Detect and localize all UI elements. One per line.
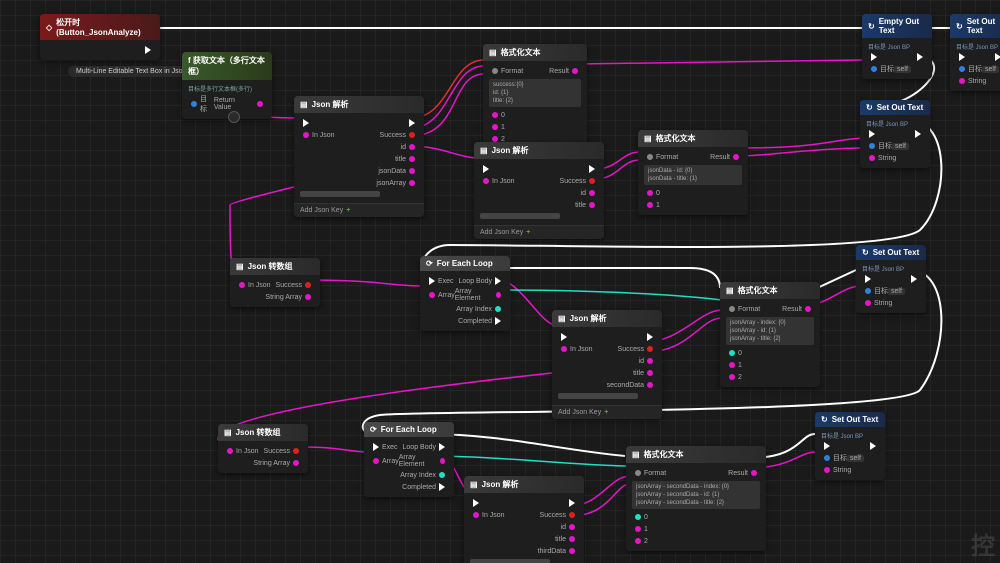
json-parse-header: ▤Json 解析: [294, 96, 424, 113]
p0-pin[interactable]: [492, 112, 498, 118]
for-each-loop-node-2[interactable]: ⟳For Each Loop ExecLoop Body ArrayArray …: [364, 422, 454, 497]
format-text-node-4[interactable]: ▤格式化文本 FormatResult jsonArray - secondDa…: [626, 446, 766, 551]
get-text-node[interactable]: f 获取文本（多行文本框） 目标是多行文本框(多行) 目标Return Valu…: [182, 52, 272, 119]
format-text-node-1[interactable]: ▤格式化文本 FormatResult success:{0}id: {1}ti…: [483, 44, 587, 149]
jsondata-pin[interactable]: [409, 168, 415, 174]
set-out-text-node-4[interactable]: ↻Set Out Text 目标是 Json BP 目标 self String: [815, 412, 885, 480]
get-text-header: f 获取文本（多行文本框）: [182, 52, 272, 80]
format-header: ▤格式化文本: [483, 44, 587, 61]
for-each-loop-node-1[interactable]: ⟳For Each Loop ExecLoop Body ArrayArray …: [420, 256, 510, 331]
p1-pin[interactable]: [492, 124, 498, 130]
text-input[interactable]: [300, 191, 380, 197]
format-text-node-2[interactable]: ▤格式化文本 FormatResult jsonData - id: {0}js…: [638, 130, 748, 215]
result-pin[interactable]: [572, 68, 578, 74]
json-parse-node-4[interactable]: ▤Json 解析 In JsonSuccess id title thirdDa…: [464, 476, 584, 563]
event-node[interactable]: ◇松开时 (Button_JsonAnalyze): [40, 14, 160, 60]
watermark: 控: [971, 526, 995, 561]
format-text-node-3[interactable]: ▤格式化文本 FormatResult jsonArray - index: {…: [720, 282, 820, 387]
exec-in-pin[interactable]: [303, 119, 309, 127]
set-out-text-node-1[interactable]: ↻Set Out Text 目标是 Json BP 目标 self String: [950, 14, 1000, 91]
id-pin[interactable]: [409, 144, 415, 150]
get-text-subtitle: 目标是多行文本框(多行): [188, 84, 266, 93]
exec-out-pin[interactable]: [409, 119, 415, 127]
json-to-array-node-1[interactable]: ▤Json 转数组 In JsonSuccess String Array: [230, 258, 320, 307]
add-json-key-button[interactable]: Add Json Key+: [552, 405, 662, 419]
empty-out-text-node[interactable]: ↻Empty Out Text 目标是 Json BP 目标 self: [862, 14, 932, 79]
add-json-key-button[interactable]: Add Json Key+: [294, 203, 424, 217]
jsonarray-pin[interactable]: [409, 180, 415, 186]
success-pin[interactable]: [409, 132, 415, 138]
set-out-text-node-3[interactable]: ↻Set Out Text 目标是 Json BP 目标 self String: [856, 245, 926, 313]
title-pin[interactable]: [409, 156, 415, 162]
target-pin[interactable]: [191, 101, 197, 107]
set-out-text-node-2[interactable]: ↻Set Out Text 目标是 Json BP 目标 self String: [860, 100, 930, 168]
injson-pin[interactable]: [303, 132, 309, 138]
exec-out-pin[interactable]: [145, 46, 151, 54]
json-parse-node-2[interactable]: ▤Json 解析 In JsonSuccess id title Add Jso…: [474, 142, 604, 239]
json-parse-node-1[interactable]: ▤Json 解析 In JsonSuccess id title jsonDat…: [294, 96, 424, 217]
format-string[interactable]: success:{0}id: {1}title: {2}: [489, 79, 581, 107]
reroute-node[interactable]: [228, 111, 240, 123]
return-pin[interactable]: [257, 101, 263, 107]
json-parse-node-3[interactable]: ▤Json 解析 In JsonSuccess id title secondD…: [552, 310, 662, 419]
add-json-key-button[interactable]: Add Json Key+: [474, 225, 604, 239]
json-to-array-node-2[interactable]: ▤Json 转数组 In JsonSuccess String Array: [218, 424, 308, 473]
event-header: ◇松开时 (Button_JsonAnalyze): [40, 14, 160, 40]
